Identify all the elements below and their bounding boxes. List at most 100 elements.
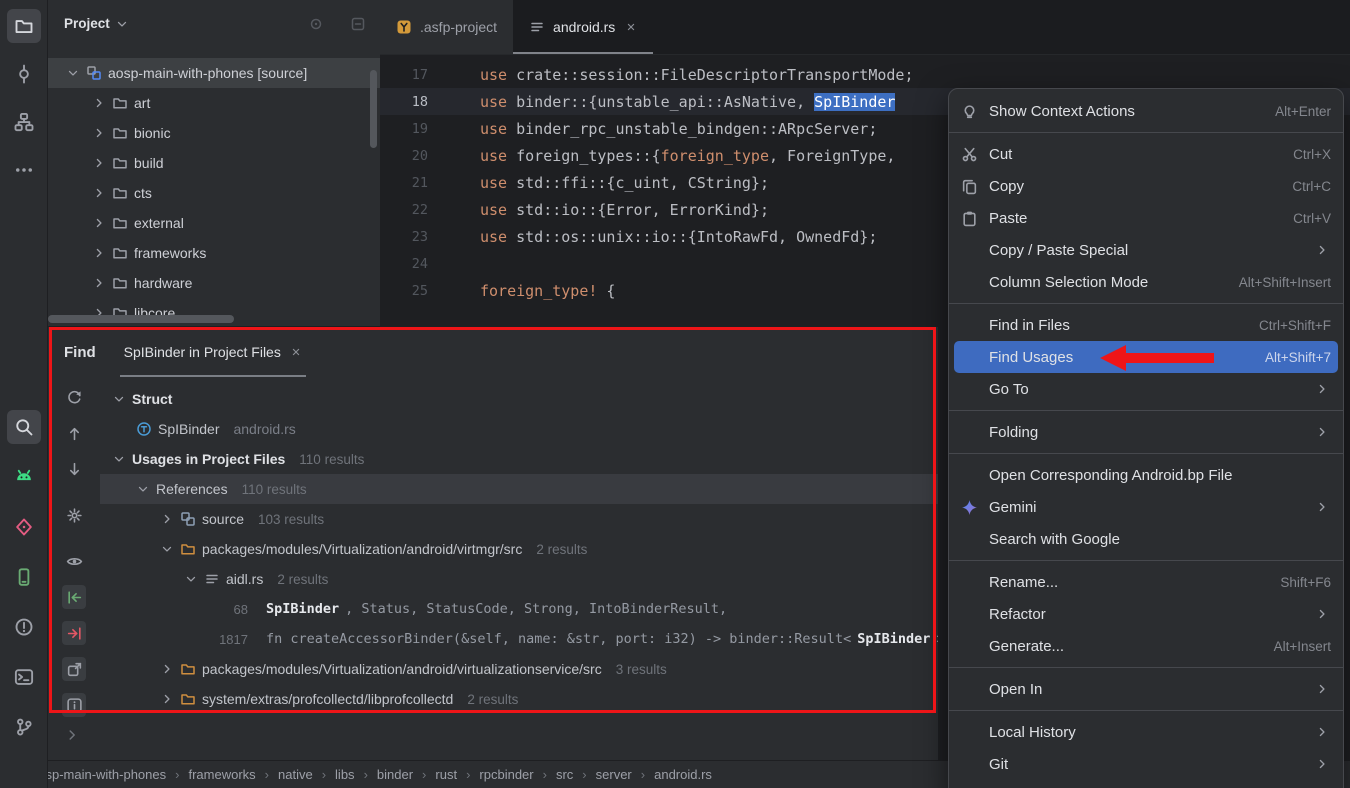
menu-item-local-history[interactable]: Local History (949, 716, 1343, 748)
tool-window-button-more[interactable] (7, 153, 41, 187)
tool-window-button-terminal[interactable] (7, 660, 41, 694)
nav-back-green-button[interactable] (62, 585, 86, 609)
editor-tab-android-rs[interactable]: android.rs (513, 0, 653, 54)
tool-window-button-app-insights[interactable] (7, 510, 41, 544)
terminal-icon (14, 667, 34, 687)
menu-item-folding[interactable]: Folding (949, 416, 1343, 448)
chevron-right-icon[interactable] (64, 727, 80, 743)
tool-window-button-commit[interactable] (7, 57, 41, 91)
project-tree-row[interactable]: external (48, 208, 380, 238)
chevron-down-icon[interactable] (184, 572, 198, 586)
find-tree-row[interactable]: References110 results (100, 474, 938, 504)
gear-button[interactable] (62, 503, 86, 527)
menu-item-paste[interactable]: PasteCtrl+V (949, 202, 1343, 234)
chevron-right-icon[interactable] (160, 662, 174, 676)
menu-item-open-in[interactable]: Open In (949, 673, 1343, 705)
tool-window-button-search[interactable] (7, 410, 41, 444)
chevron-right-icon[interactable] (92, 186, 106, 200)
chevron-down-icon[interactable] (136, 482, 150, 496)
breadcrumb-item[interactable]: binder (377, 767, 413, 782)
menu-item-cut[interactable]: CutCtrl+X (949, 138, 1343, 170)
project-tree-row[interactable]: frameworks (48, 238, 380, 268)
menu-item-show-context-actions[interactable]: Show Context ActionsAlt+Enter (949, 95, 1343, 127)
project-title[interactable]: Project (64, 16, 129, 31)
chevron-right-icon[interactable] (160, 512, 174, 526)
chevron-right-icon[interactable] (160, 692, 174, 706)
find-tree-row[interactable]: aidl.rs2 results (100, 564, 938, 594)
tool-window-button-problems[interactable] (7, 610, 41, 644)
menu-item-git[interactable]: Git (949, 748, 1343, 780)
vertical-scrollbar[interactable] (370, 70, 377, 148)
menu-item-find-usages[interactable]: Find UsagesAlt+Shift+7 (954, 341, 1338, 373)
find-tab[interactable]: SpIBinder in Project Files (120, 327, 306, 377)
menu-item-copy[interactable]: CopyCtrl+C (949, 170, 1343, 202)
breadcrumb-item[interactable]: server (596, 767, 632, 782)
tool-window-button-structure[interactable] (7, 105, 41, 139)
project-tree-row[interactable]: art (48, 88, 380, 118)
close-icon[interactable] (625, 21, 637, 33)
breadcrumb-item[interactable]: libs (335, 767, 355, 782)
project-tree-row[interactable]: hardware (48, 268, 380, 298)
tool-window-button-running-devices[interactable] (7, 560, 41, 594)
menu-item-rename[interactable]: Rename...Shift+F6 (949, 566, 1343, 598)
menu-item-open-corresponding-android-bp-file[interactable]: Open Corresponding Android.bp File (949, 459, 1343, 491)
breadcrumb-item[interactable]: frameworks (188, 767, 255, 782)
breadcrumb-item[interactable]: android.rs (654, 767, 712, 782)
find-tree-row[interactable]: SpIBinderandroid.rs (100, 414, 938, 444)
menu-item-search-with-google[interactable]: Search with Google (949, 523, 1343, 555)
chevron-down-icon[interactable] (160, 542, 174, 556)
chevron-right-icon[interactable] (92, 246, 106, 260)
find-tree-row[interactable]: Struct (100, 384, 938, 414)
breadcrumb-label: rpcbinder (479, 767, 533, 782)
chevron-right-icon[interactable] (92, 156, 106, 170)
menu-item-generate[interactable]: Generate...Alt+Insert (949, 630, 1343, 662)
refresh-button[interactable] (62, 385, 86, 409)
nav-forward-red-button[interactable] (62, 621, 86, 645)
arrow-up-icon (66, 425, 83, 442)
close-icon[interactable] (290, 346, 302, 358)
chevron-right-icon[interactable] (92, 276, 106, 290)
menu-item-gemini[interactable]: Gemini (949, 491, 1343, 523)
arrow-down-button[interactable] (62, 457, 86, 481)
eye-button[interactable] (62, 549, 86, 573)
breadcrumb-item[interactable]: rpcbinder (479, 767, 533, 782)
find-tree-row[interactable]: system/extras/profcollectd/libprofcollec… (100, 684, 938, 714)
find-tree-row[interactable]: 68SpIBinder, Status, StatusCode, Strong,… (100, 594, 938, 624)
chevron-right-icon[interactable] (92, 216, 106, 230)
project-tree-row[interactable]: build (48, 148, 380, 178)
chevron-right-icon[interactable] (92, 96, 106, 110)
find-tree-row[interactable]: Usages in Project Files110 results (100, 444, 938, 474)
editor-tab--asfp-project[interactable]: .asfp-project (380, 0, 513, 54)
menu-item-label: Refactor (989, 606, 1301, 623)
code-line[interactable]: 17use crate::session::FileDescriptorTran… (380, 61, 1350, 88)
breadcrumb-item[interactable]: rust (435, 767, 457, 782)
tool-window-button-git-branch[interactable] (7, 710, 41, 744)
open-in-editor-button[interactable] (62, 657, 86, 681)
menu-item-copy-paste-special[interactable]: Copy / Paste Special (949, 234, 1343, 266)
locate-opened-file-icon[interactable] (308, 16, 324, 32)
tool-window-button-android[interactable] (7, 460, 41, 494)
chevron-down-icon[interactable] (66, 66, 80, 80)
horizontal-scrollbar[interactable] (48, 315, 234, 323)
find-tree-row[interactable]: 1817fn createAccessorBinder(&self, name:… (100, 624, 938, 654)
menu-item-column-selection-mode[interactable]: Column Selection ModeAlt+Shift+Insert (949, 266, 1343, 298)
project-tree-row[interactable]: bionic (48, 118, 380, 148)
breadcrumb-item[interactable]: src (556, 767, 573, 782)
menu-item-go-to[interactable]: Go To (949, 373, 1343, 405)
usage-text: > (936, 631, 938, 647)
breadcrumb-item[interactable]: native (278, 767, 313, 782)
collapse-all-icon[interactable] (350, 16, 366, 32)
find-tree-row[interactable]: packages/modules/Virtualization/android/… (100, 534, 938, 564)
info-button[interactable] (62, 693, 86, 717)
project-tree-row[interactable]: cts (48, 178, 380, 208)
menu-item-find-in-files[interactable]: Find in FilesCtrl+Shift+F (949, 309, 1343, 341)
tool-window-button-project[interactable] (7, 9, 41, 43)
project-tree-row[interactable]: aosp-main-with-phones [source] (48, 58, 380, 88)
chevron-down-icon[interactable] (112, 452, 126, 466)
arrow-up-button[interactable] (62, 421, 86, 445)
find-tree-row[interactable]: source103 results (100, 504, 938, 534)
find-tree-row[interactable]: packages/modules/Virtualization/android/… (100, 654, 938, 684)
chevron-right-icon[interactable] (92, 126, 106, 140)
chevron-down-icon[interactable] (112, 392, 126, 406)
menu-item-refactor[interactable]: Refactor (949, 598, 1343, 630)
